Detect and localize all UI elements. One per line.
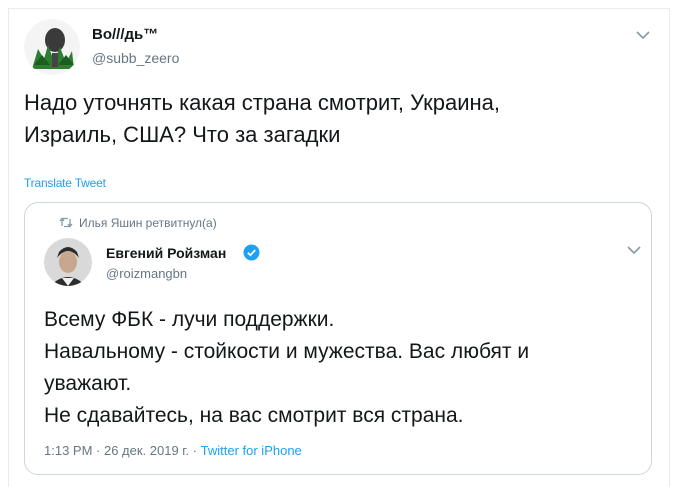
retweet-notice[interactable]: Илья Яшин ретвитнул(а) xyxy=(79,216,217,230)
chevron-down-icon[interactable] xyxy=(627,245,641,255)
quoted-text-line: Навальному - стойкости и мужества. Вас л… xyxy=(44,340,530,363)
quoted-tweet[interactable]: Илья Яшин ретвитнул(а) Евгений Ройзман @… xyxy=(24,202,652,475)
author-avatar[interactable] xyxy=(24,19,80,75)
chevron-down-icon[interactable] xyxy=(636,30,650,40)
translate-tweet-link[interactable]: Translate Tweet xyxy=(24,176,106,190)
tweet-metadata: 1:13 PM · 26 дек. 2019 г. · Twitter for … xyxy=(44,443,302,458)
author-handle[interactable]: @subb_zeero xyxy=(92,50,179,66)
retweet-icon xyxy=(59,217,73,228)
tweet-source[interactable]: Twitter for iPhone xyxy=(201,443,302,458)
quoted-tweet-text: Всему ФБК - лучи поддержки. Навальному -… xyxy=(44,304,634,432)
quoted-text-line: уважают. xyxy=(44,372,132,395)
quoted-text-line: Всему ФБК - лучи поддержки. xyxy=(44,308,335,331)
tweet-text-line: Надо уточнять какая страна смотрит, Укра… xyxy=(24,90,501,115)
tweet-timestamp[interactable]: 1:13 PM · 26 дек. 2019 г. · xyxy=(44,443,201,458)
quoted-author-handle[interactable]: @roizmangbn xyxy=(106,266,187,281)
verified-badge-icon xyxy=(243,244,260,261)
author-name[interactable]: Во///дь™ xyxy=(92,26,158,43)
quoted-author-avatar[interactable] xyxy=(44,238,92,286)
quoted-author-name[interactable]: Евгений Ройзман xyxy=(106,245,226,261)
tweet-text: Надо уточнять какая страна смотрит, Укра… xyxy=(24,87,654,151)
tweet-text-line: Израиль, США? Что за загадки xyxy=(24,122,341,147)
quoted-text-line: Не сдавайтесь, на вас смотрит вся страна… xyxy=(44,404,464,427)
